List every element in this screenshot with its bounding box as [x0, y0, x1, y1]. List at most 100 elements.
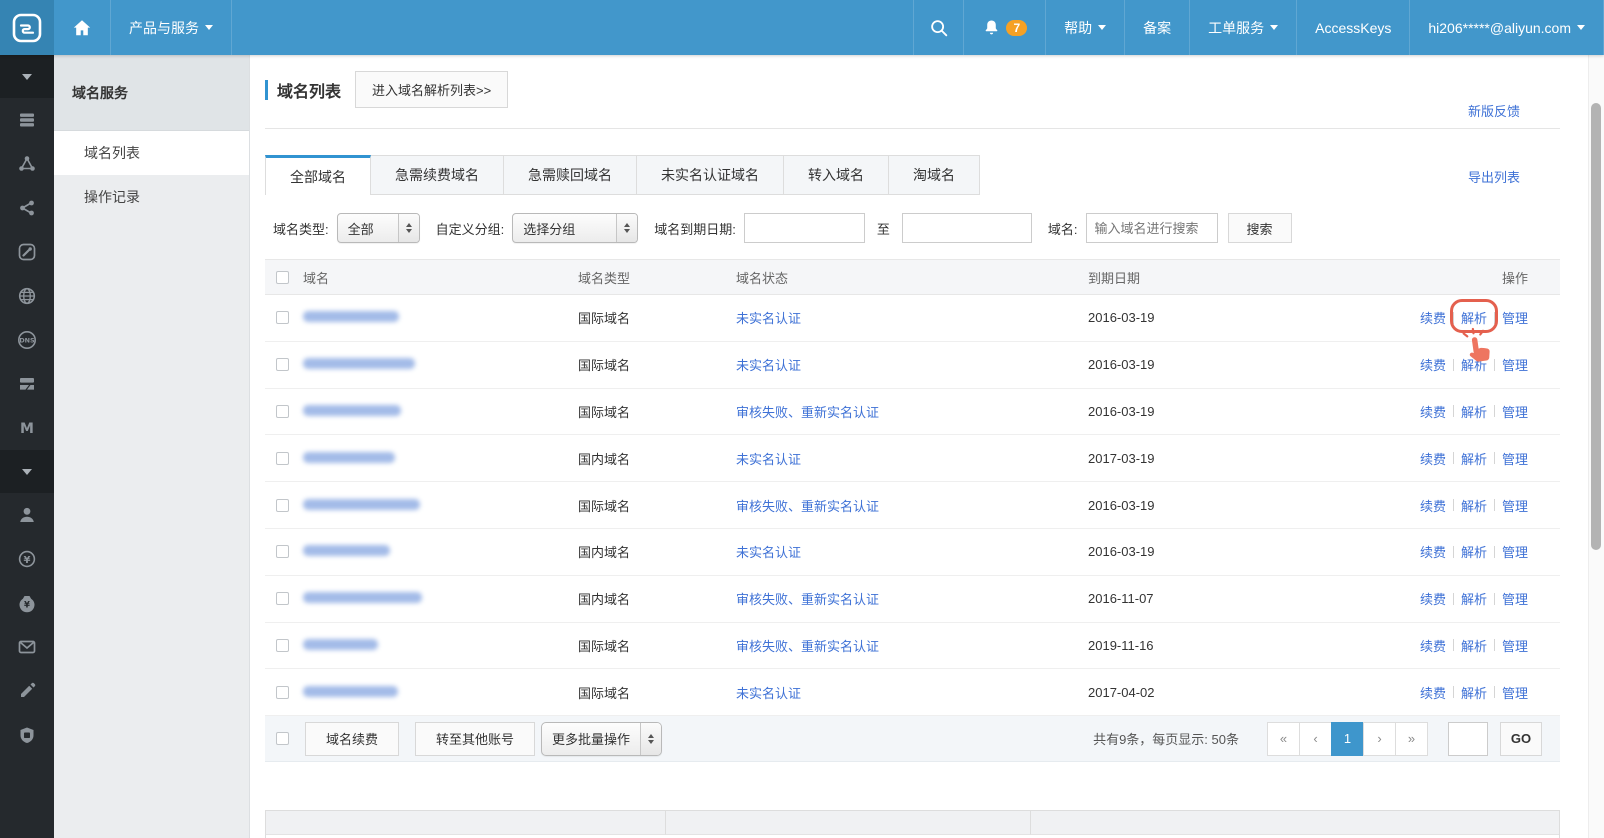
- row-checkbox[interactable]: [276, 452, 289, 465]
- tab-unverified[interactable]: 未实名认证域名: [637, 155, 784, 195]
- tab-tao-domains[interactable]: 淘域名: [889, 155, 980, 195]
- domain-status-link[interactable]: 未实名认证: [736, 358, 801, 373]
- domain-name-redacted[interactable]: [303, 592, 422, 603]
- select-all-checkbox[interactable]: [276, 271, 289, 284]
- renew-link[interactable]: 续费: [1420, 355, 1446, 374]
- domain-search-input[interactable]: [1086, 213, 1218, 243]
- feedback-link[interactable]: 新版反馈: [1468, 101, 1520, 120]
- resolve-link[interactable]: 解析: [1461, 402, 1487, 421]
- row-checkbox[interactable]: [276, 686, 289, 699]
- domain-status-link[interactable]: 未实名认证: [736, 452, 801, 467]
- sidebar-item-dns[interactable]: DNS: [0, 318, 54, 362]
- resolve-link[interactable]: 解析: [1461, 683, 1487, 702]
- home-button[interactable]: [54, 0, 110, 55]
- beian-link[interactable]: 备案: [1124, 0, 1189, 55]
- manage-link[interactable]: 管理: [1502, 449, 1528, 468]
- sidebar-collapse-bottom[interactable]: [0, 450, 54, 493]
- sidebar-item-mq[interactable]: M: [0, 406, 54, 450]
- page-first-button[interactable]: «: [1267, 722, 1300, 756]
- resolve-link[interactable]: 解析: [1461, 449, 1487, 468]
- page-prev-button[interactable]: ‹: [1299, 722, 1332, 756]
- sidebar-item-operation-log[interactable]: 操作记录: [54, 175, 249, 219]
- domain-name-redacted[interactable]: [303, 639, 378, 650]
- row-checkbox[interactable]: [276, 545, 289, 558]
- domain-status-link[interactable]: 审核失败、重新实名认证: [736, 499, 879, 514]
- manage-link[interactable]: 管理: [1502, 402, 1528, 421]
- sidebar-item-billing[interactable]: ¥: [0, 537, 54, 581]
- domain-status-link[interactable]: 未实名认证: [736, 545, 801, 560]
- domain-status-link[interactable]: 审核失败、重新实名认证: [736, 405, 879, 420]
- row-checkbox[interactable]: [276, 405, 289, 418]
- tab-transfer-in[interactable]: 转入域名: [784, 155, 889, 195]
- scrollbar-thumb[interactable]: [1591, 103, 1601, 550]
- sidebar-item-rds[interactable]: [0, 186, 54, 230]
- domain-status-link[interactable]: 未实名认证: [736, 311, 801, 326]
- row-checkbox[interactable]: [276, 499, 289, 512]
- page-number-current[interactable]: 1: [1331, 722, 1364, 756]
- domain-name-redacted[interactable]: [303, 686, 398, 697]
- search-button[interactable]: [913, 0, 963, 55]
- domain-name-redacted[interactable]: [303, 499, 420, 510]
- manage-link[interactable]: 管理: [1502, 683, 1528, 702]
- notifications-button[interactable]: 7: [963, 0, 1045, 55]
- resolve-link[interactable]: 解析: [1461, 311, 1487, 326]
- transfer-account-button[interactable]: 转至其他账号: [415, 722, 535, 756]
- page-last-button[interactable]: »: [1395, 722, 1428, 756]
- expiry-start-input[interactable]: [744, 213, 865, 243]
- account-menu[interactable]: hi206*****@aliyun.com: [1409, 0, 1604, 55]
- manage-link[interactable]: 管理: [1502, 636, 1528, 655]
- enter-dns-list-button[interactable]: 进入域名解析列表>>: [355, 71, 508, 108]
- sidebar-item-vpc[interactable]: [0, 274, 54, 318]
- go-button[interactable]: GO: [1500, 722, 1542, 756]
- page-jump-input[interactable]: [1448, 722, 1488, 756]
- renew-link[interactable]: 续费: [1420, 636, 1446, 655]
- search-submit-button[interactable]: 搜索: [1228, 213, 1292, 243]
- sidebar-item-security[interactable]: [0, 713, 54, 757]
- expiry-end-input[interactable]: [902, 213, 1032, 243]
- domain-name-redacted[interactable]: [303, 311, 399, 322]
- help-menu[interactable]: 帮助: [1045, 0, 1124, 55]
- renew-link[interactable]: 续费: [1420, 589, 1446, 608]
- domain-name-redacted[interactable]: [303, 545, 390, 556]
- domain-status-link[interactable]: 审核失败、重新实名认证: [736, 639, 879, 654]
- sidebar-item-messages[interactable]: [0, 625, 54, 669]
- domain-status-link[interactable]: 审核失败、重新实名认证: [736, 592, 879, 607]
- renew-link[interactable]: 续费: [1420, 308, 1446, 327]
- resolve-link[interactable]: 解析: [1461, 589, 1487, 608]
- row-checkbox[interactable]: [276, 358, 289, 371]
- renew-link[interactable]: 续费: [1420, 449, 1446, 468]
- manage-link[interactable]: 管理: [1502, 542, 1528, 561]
- domain-name-redacted[interactable]: [303, 452, 395, 463]
- sidebar-collapse-top[interactable]: [0, 55, 54, 98]
- sidebar-item-ecs[interactable]: [0, 98, 54, 142]
- tab-all-domains[interactable]: 全部域名: [265, 155, 371, 195]
- footer-checkbox[interactable]: [276, 732, 289, 745]
- resolve-link[interactable]: 解析: [1461, 542, 1487, 561]
- tickets-menu[interactable]: 工单服务: [1189, 0, 1296, 55]
- renew-link[interactable]: 续费: [1420, 683, 1446, 702]
- sidebar-item-cdn[interactable]: [0, 362, 54, 406]
- accesskeys-link[interactable]: AccessKeys: [1296, 0, 1409, 55]
- renew-link[interactable]: 续费: [1420, 496, 1446, 515]
- sidebar-item-funds[interactable]: ¥: [0, 581, 54, 625]
- resolve-link[interactable]: 解析: [1461, 355, 1487, 374]
- domain-name-redacted[interactable]: [303, 405, 401, 416]
- sidebar-item-slb[interactable]: [0, 142, 54, 186]
- custom-group-select[interactable]: 选择分组: [512, 213, 638, 243]
- domain-name-redacted[interactable]: [303, 358, 415, 369]
- domain-type-select[interactable]: 全部: [337, 213, 420, 243]
- products-menu[interactable]: 产品与服务: [110, 0, 231, 55]
- page-next-button[interactable]: ›: [1363, 722, 1396, 756]
- aliyun-logo[interactable]: [0, 0, 54, 55]
- manage-link[interactable]: 管理: [1502, 308, 1528, 327]
- manage-link[interactable]: 管理: [1502, 355, 1528, 374]
- resolve-link[interactable]: 解析: [1461, 496, 1487, 515]
- row-checkbox[interactable]: [276, 311, 289, 324]
- export-list-link[interactable]: 导出列表: [1468, 167, 1520, 186]
- sidebar-item-workorder[interactable]: [0, 669, 54, 713]
- sidebar-item-account[interactable]: [0, 493, 54, 537]
- row-checkbox[interactable]: [276, 639, 289, 652]
- batch-renew-button[interactable]: 域名续费: [305, 722, 399, 756]
- manage-link[interactable]: 管理: [1502, 589, 1528, 608]
- domain-status-link[interactable]: 未实名认证: [736, 686, 801, 701]
